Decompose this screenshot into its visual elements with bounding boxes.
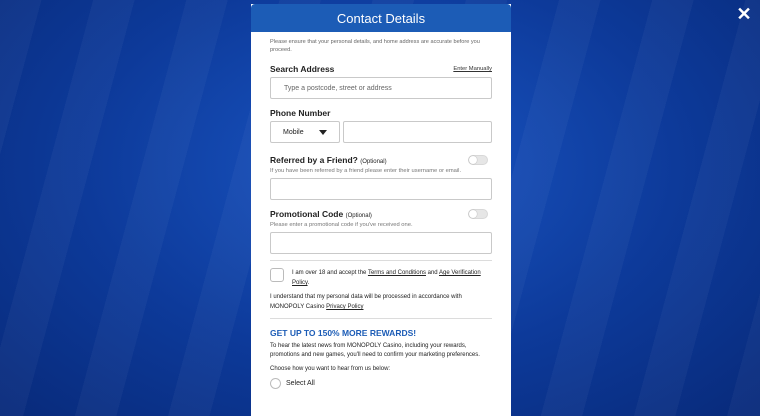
promo-label: Promotional Code (Optional) [270, 209, 372, 219]
referred-toggle[interactable] [468, 155, 488, 165]
choose-text: Choose how you want to hear from us belo… [270, 366, 391, 372]
rewards-title: GET UP TO 150% MORE REWARDS! [270, 328, 417, 338]
privacy-text: I understand that my personal data will … [270, 292, 492, 312]
toggle-knob [469, 156, 477, 164]
phone-number-input[interactable] [343, 121, 492, 143]
terms-link[interactable]: Terms and Conditions [368, 270, 426, 276]
divider [270, 260, 492, 261]
referred-label-text: Referred by a Friend? [270, 155, 358, 165]
phone-number-label: Phone Number [270, 108, 331, 118]
promo-hint: Please enter a promotional code if you'v… [270, 222, 413, 228]
terms-middle: and [425, 270, 439, 276]
terms-prefix: I am over 18 and accept the [292, 270, 368, 276]
chevron-down-icon [319, 129, 327, 135]
enter-manually-link[interactable]: Enter Manually [453, 66, 492, 72]
select-all-checkbox[interactable] [270, 378, 281, 389]
promo-label-text: Promotional Code [270, 209, 344, 219]
privacy-policy-link[interactable]: Privacy Policy [326, 304, 363, 310]
referred-hint: If you have been referred by a friend pl… [270, 168, 462, 174]
search-address-placeholder: Type a postcode, street or address [284, 84, 392, 92]
contact-details-modal: Contact Details Please ensure that your … [251, 4, 511, 416]
rewards-body: To hear the latest news from MONOPOLY Ca… [270, 343, 480, 358]
referred-label: Referred by a Friend? (Optional) [270, 155, 387, 165]
terms-checkbox[interactable] [270, 268, 284, 282]
search-address-input[interactable]: Type a postcode, street or address [270, 77, 492, 99]
promo-toggle[interactable] [468, 209, 488, 219]
promo-optional: (Optional) [345, 213, 372, 219]
close-icon[interactable]: ✕ [734, 4, 754, 24]
modal-title: Contact Details [336, 10, 426, 26]
modal-header: Contact Details [251, 4, 511, 32]
privacy-prefix: I understand that my personal data will … [270, 294, 462, 310]
divider [270, 318, 492, 319]
phone-type-value: Mobile [283, 128, 304, 136]
search-address-label: Search Address [270, 64, 335, 74]
referred-optional: (Optional) [360, 159, 387, 165]
intro-text: Please ensure that your personal details… [270, 39, 480, 53]
terms-text: I am over 18 and accept the Terms and Co… [292, 268, 492, 288]
select-all-label[interactable]: Select All [286, 379, 315, 389]
referred-input[interactable] [270, 178, 492, 200]
terms-suffix: . [307, 280, 310, 286]
phone-type-select[interactable]: Mobile [270, 121, 340, 143]
toggle-knob [469, 210, 477, 218]
promo-input[interactable] [270, 232, 492, 254]
